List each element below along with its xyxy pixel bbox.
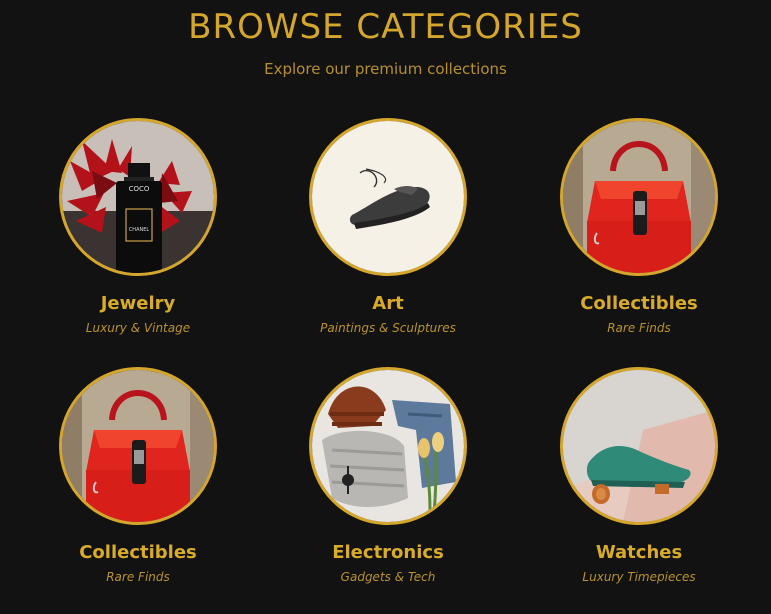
sneaker-image[interactable] [309, 118, 467, 276]
category-card-collectibles-2[interactable]: Collectibles Rare Finds [38, 367, 238, 586]
page-title: BROWSE CATEGORIES [188, 7, 583, 47]
category-title: Watches [595, 542, 683, 563]
svg-text:COCO: COCO [129, 185, 150, 193]
green-shoe-image[interactable] [560, 367, 718, 525]
red-handbag-image[interactable] [59, 367, 217, 525]
category-tagline: Luxury Timepieces [582, 570, 696, 584]
category-card-electronics[interactable]: Electronics Gadgets & Tech [288, 367, 488, 586]
category-card-art[interactable]: Art Paintings & Sculptures [288, 118, 488, 337]
category-tagline: Gadgets & Tech [340, 570, 436, 584]
category-title: Art [372, 293, 404, 314]
category-title: Collectibles [79, 542, 197, 563]
category-tagline: Paintings & Sculptures [320, 321, 456, 335]
clothes-flatlay-image[interactable] [309, 367, 467, 525]
category-tagline: Luxury & Vintage [85, 321, 191, 335]
perfume-bottle-image[interactable]: COCO CHANEL [59, 118, 217, 276]
page-subtitle: Explore our premium collections [264, 60, 507, 78]
category-title: Collectibles [580, 293, 698, 314]
category-title: Jewelry [100, 293, 176, 314]
category-card-watches[interactable]: Watches Luxury Timepieces [539, 367, 739, 586]
category-title: Electronics [332, 542, 444, 563]
red-handbag-image[interactable] [560, 118, 718, 276]
category-tagline: Rare Finds [106, 570, 170, 584]
svg-text:CHANEL: CHANEL [129, 227, 150, 233]
category-card-collectibles[interactable]: Collectibles Rare Finds [539, 118, 739, 337]
category-tagline: Rare Finds [607, 321, 671, 335]
category-card-jewelry[interactable]: COCO CHANEL Jewelry Luxury & Vintage [38, 118, 238, 337]
browse-categories-section: BROWSE CATEGORIES Explore our premium co… [0, 0, 771, 614]
